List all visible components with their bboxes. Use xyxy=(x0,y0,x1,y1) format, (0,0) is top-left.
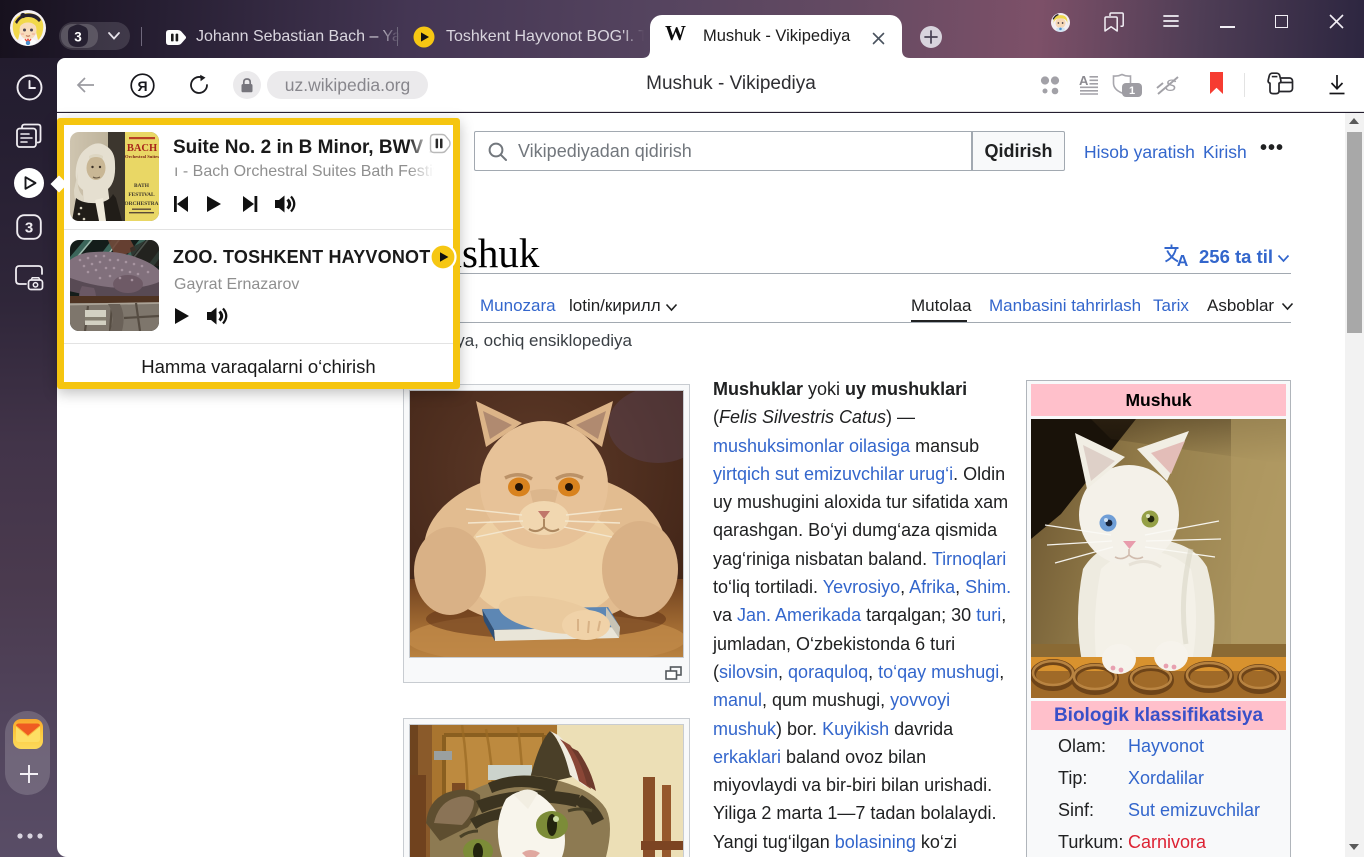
svg-text:3: 3 xyxy=(25,220,33,237)
svg-text:1: 1 xyxy=(1129,85,1135,97)
svg-text:BATH: BATH xyxy=(134,183,150,189)
svg-text:ORCHESTRA: ORCHESTRA xyxy=(124,201,158,207)
svg-text:Я: Я xyxy=(137,78,147,94)
svg-text:Orchestral Suites: Orchestral Suites xyxy=(125,154,159,159)
svg-text:3: 3 xyxy=(74,30,82,45)
svg-text:A: A xyxy=(1177,253,1189,267)
svg-text:BACH: BACH xyxy=(127,143,157,154)
svg-text:A: A xyxy=(1079,75,1089,88)
svg-text:FESTIVAL: FESTIVAL xyxy=(128,192,155,198)
